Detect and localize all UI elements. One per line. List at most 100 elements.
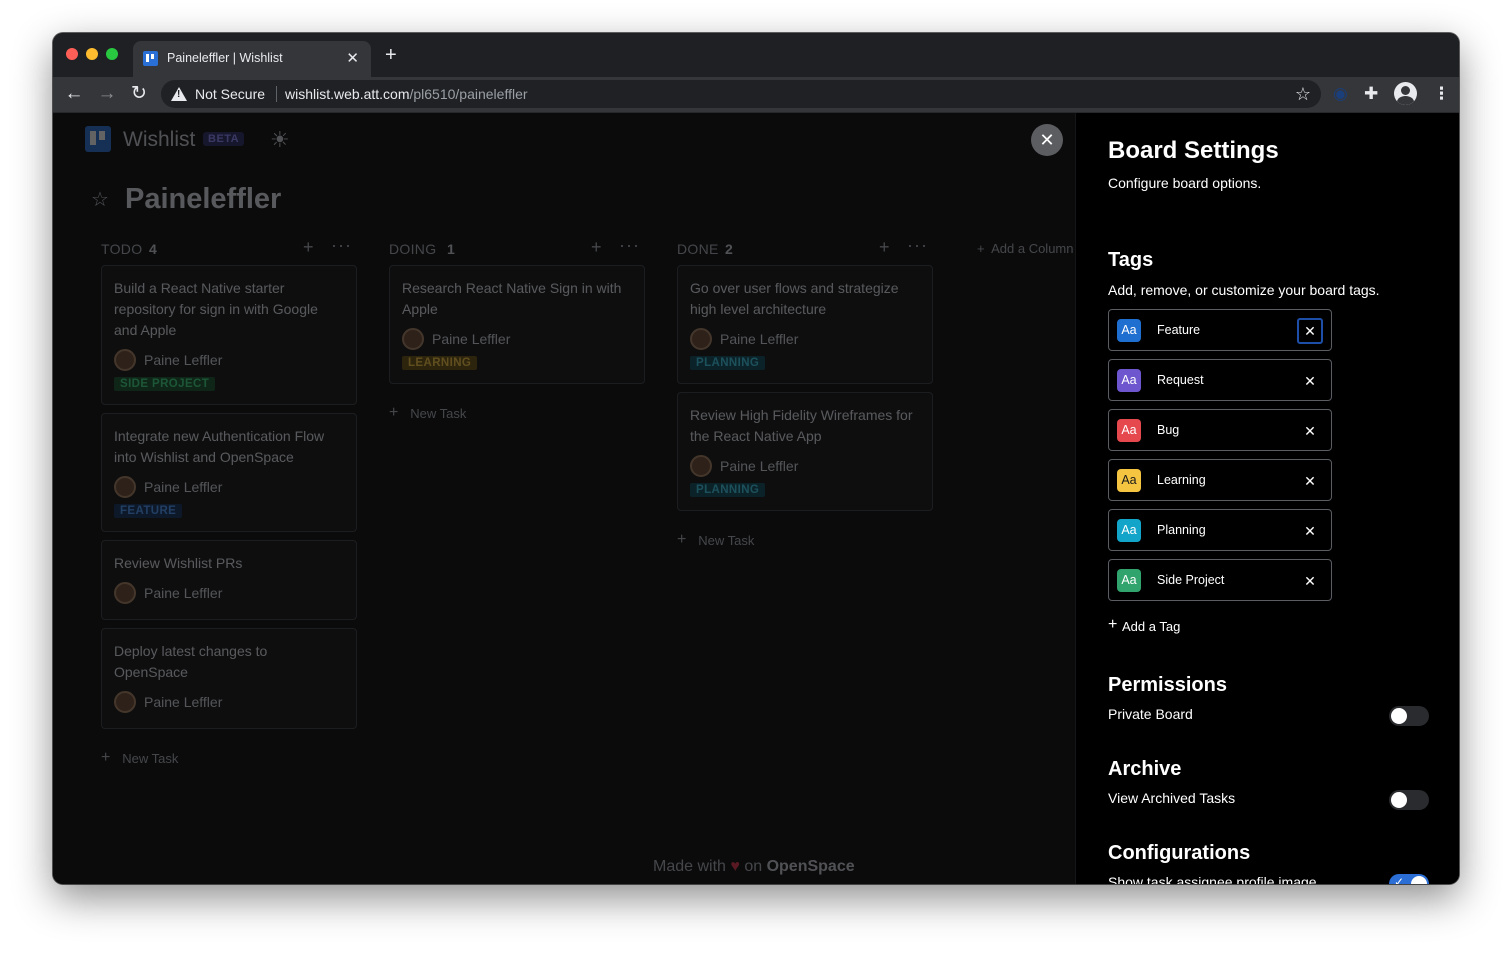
column-more-icon[interactable]: ···	[619, 235, 640, 256]
forward-arrow-icon[interactable]: →	[96, 83, 118, 105]
new-task-label: New Task	[410, 406, 467, 421]
tag-row-request[interactable]: Aa Request ✕	[1108, 359, 1332, 401]
task-card[interactable]: Integrate new Authentication Flow into W…	[101, 413, 357, 532]
task-card[interactable]: Build a React Native starter repository …	[101, 265, 357, 405]
url-divider	[276, 86, 277, 102]
task-card[interactable]: Go over user flows and strategize high l…	[677, 265, 933, 384]
add-task-plus-icon[interactable]: +	[591, 237, 602, 258]
task-card[interactable]: Deploy latest changes to OpenSpace Paine …	[101, 628, 357, 729]
column-more-icon[interactable]: ···	[907, 235, 928, 256]
remove-tag-close-icon[interactable]: ✕	[1297, 418, 1323, 444]
new-task-button[interactable]: + New Task	[101, 749, 357, 771]
tag-color-swatch[interactable]: Aa	[1117, 419, 1141, 442]
tag-name[interactable]: Request	[1157, 373, 1204, 387]
tag-color-swatch[interactable]: Aa	[1117, 469, 1141, 492]
tag-row-bug[interactable]: Aa Bug ✕	[1108, 409, 1332, 451]
add-column-button[interactable]: + Add a Column	[977, 241, 1074, 256]
url-text[interactable]: wishlist.web.att.com/pl6510/paineleffler	[285, 86, 528, 102]
tag-name[interactable]: Planning	[1157, 523, 1206, 537]
bookmark-star-icon[interactable]: ☆	[1295, 84, 1311, 105]
tag-color-swatch[interactable]: Aa	[1117, 319, 1141, 342]
view-archived-toggle[interactable]	[1389, 790, 1429, 810]
column-count: 4	[149, 241, 158, 257]
assignee-name: Paine Leffler	[144, 585, 223, 601]
remove-tag-close-icon[interactable]: ✕	[1297, 468, 1323, 494]
remove-tag-close-icon[interactable]: ✕	[1297, 368, 1323, 394]
assignee-name: Paine Leffler	[144, 352, 223, 368]
footer-brand-link[interactable]: OpenSpace	[767, 858, 855, 875]
task-assignee: Paine Leffler	[114, 345, 344, 374]
favorite-star-icon[interactable]: ☆	[91, 187, 109, 212]
close-window-button[interactable]	[66, 48, 78, 60]
tag-name[interactable]: Side Project	[1157, 573, 1224, 587]
task-title: Deploy latest changes to OpenSpace	[114, 643, 268, 680]
task-assignee: Paine Leffler	[690, 451, 920, 480]
private-board-toggle[interactable]	[1389, 706, 1429, 726]
add-task-plus-icon[interactable]: +	[879, 237, 890, 258]
tag-name[interactable]: Bug	[1157, 423, 1179, 437]
add-task-plus-icon[interactable]: +	[303, 237, 314, 258]
tag-color-swatch[interactable]: Aa	[1117, 369, 1141, 392]
maximize-window-button[interactable]	[106, 48, 118, 60]
show-assignee-toggle[interactable]: ✓	[1389, 874, 1429, 884]
add-tag-button[interactable]: Add a Tag	[1122, 619, 1180, 634]
configurations-heading: Configurations	[1108, 842, 1251, 864]
task-title: Build a React Native starter repository …	[114, 280, 318, 338]
assignee-avatar	[402, 328, 424, 350]
new-task-plus-icon: +	[677, 531, 687, 548]
menu-kebab-icon[interactable]: ⋮	[1433, 84, 1450, 104]
tag-row-side-project[interactable]: Aa Side Project ✕	[1108, 559, 1332, 601]
remove-tag-close-icon[interactable]: ✕	[1297, 568, 1323, 594]
tag-row-planning[interactable]: Aa Planning ✕	[1108, 509, 1332, 551]
task-title: Research React Native Sign in with Apple	[402, 280, 622, 317]
security-label[interactable]: Not Secure	[195, 86, 265, 102]
add-column-label: Add a Column	[991, 241, 1074, 256]
page-content: Wishlist BETA ☀ ☆ Paineleffler TODO 4 + ···…	[53, 113, 1459, 884]
tag-row-feature[interactable]: Aa Feature ✕	[1108, 309, 1332, 351]
browser-tab[interactable]: Paineleffler | Wishlist ✕	[133, 41, 371, 77]
new-task-button[interactable]: + New Task	[389, 404, 645, 426]
permissions-heading: Permissions	[1108, 674, 1227, 696]
settings-subtitle: Configure board options.	[1108, 175, 1262, 191]
add-tag-plus-icon: +	[1108, 616, 1118, 633]
task-card[interactable]: Research React Native Sign in with Apple…	[389, 265, 645, 384]
tag-row-learning[interactable]: Aa Learning ✕	[1108, 459, 1332, 501]
new-tab-button[interactable]: +	[385, 45, 397, 65]
new-task-button[interactable]: + New Task	[677, 531, 933, 553]
browser-toolbar: ← → ↻ Not Secure wishlist.web.att.com/pl…	[53, 77, 1459, 113]
extensions-puzzle-icon[interactable]: ✚	[1364, 84, 1378, 104]
view-archived-label: View Archived Tasks	[1108, 790, 1236, 806]
tag-name[interactable]: Learning	[1157, 473, 1206, 487]
minimize-window-button[interactable]	[86, 48, 98, 60]
remove-tag-close-icon[interactable]: ✕	[1297, 318, 1323, 344]
tab-title: Paineleffler | Wishlist	[167, 51, 283, 65]
column-more-icon[interactable]: ···	[331, 235, 352, 256]
tag-color-swatch[interactable]: Aa	[1117, 569, 1141, 592]
assignee-name: Paine Leffler	[720, 331, 799, 347]
beta-badge: BETA	[203, 132, 245, 146]
reload-icon[interactable]: ↻	[128, 83, 150, 105]
new-task-label: New Task	[698, 533, 755, 548]
tag-name[interactable]: Feature	[1157, 323, 1200, 337]
footer: Made with ♥ on OpenSpace	[653, 858, 855, 876]
tags-heading: Tags	[1108, 249, 1154, 271]
column-name: DOING	[389, 241, 437, 257]
task-card[interactable]: Review High Fidelity Wireframes for the …	[677, 392, 933, 511]
assignee-avatar	[114, 582, 136, 604]
theme-sun-icon[interactable]: ☀	[270, 127, 290, 153]
extension-account-icon[interactable]: ◉	[1333, 84, 1348, 104]
back-arrow-icon[interactable]: ←	[63, 83, 85, 105]
profile-avatar-icon[interactable]	[1394, 82, 1417, 105]
remove-tag-close-icon[interactable]: ✕	[1297, 518, 1323, 544]
close-tab-icon[interactable]: ✕	[346, 49, 359, 67]
app-name[interactable]: Wishlist	[123, 128, 195, 152]
task-card[interactable]: Review Wishlist PRs Paine Leffler	[101, 540, 357, 620]
column-header: DONE 2 + ···	[677, 233, 933, 257]
wishlist-logo-icon[interactable]	[85, 126, 111, 152]
tag-color-swatch[interactable]: Aa	[1117, 519, 1141, 542]
address-bar[interactable]: Not Secure wishlist.web.att.com/pl6510/p…	[161, 80, 1321, 108]
assignee-avatar	[690, 455, 712, 477]
heart-icon: ♥	[730, 858, 740, 875]
close-settings-button[interactable]: ✕	[1031, 124, 1063, 156]
task-assignee: Paine Leffler	[114, 472, 344, 501]
